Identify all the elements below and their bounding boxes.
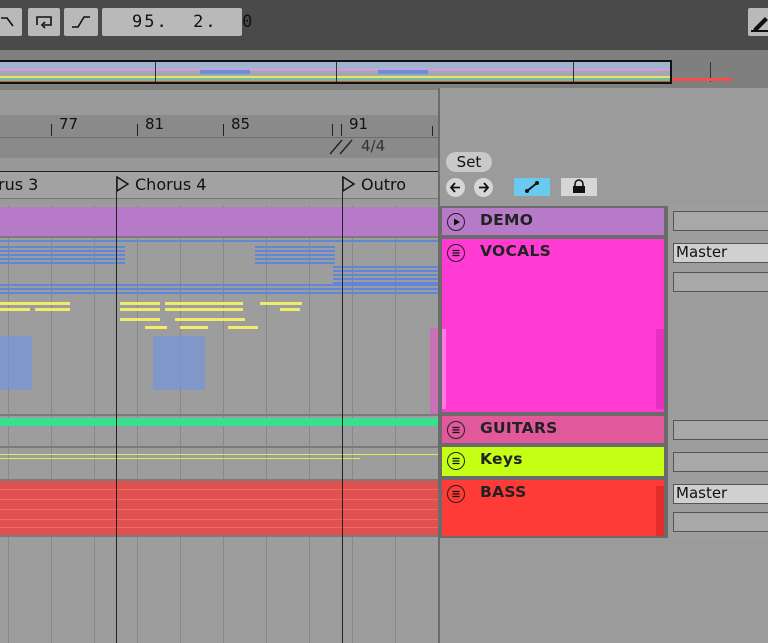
group-icon[interactable]	[447, 244, 465, 262]
automation-icon	[525, 181, 539, 193]
loop-brace-row[interactable]	[0, 158, 440, 171]
curve-icon	[1, 17, 14, 27]
locator-line	[342, 177, 343, 643]
bar-number: 81	[145, 115, 165, 133]
output-label: Master	[676, 484, 728, 502]
play-icon[interactable]	[447, 213, 465, 231]
demo-clip[interactable]	[0, 207, 440, 236]
track-name[interactable]: GUITARS	[480, 419, 558, 437]
track-header-guitars[interactable]: GUITARS	[440, 414, 666, 445]
next-locator-button[interactable]	[474, 178, 493, 197]
locator-line	[116, 177, 117, 643]
bass-io-box[interactable]	[673, 512, 768, 532]
output-label: Master	[676, 243, 728, 261]
punch-button[interactable]	[64, 8, 98, 36]
demo-io-box[interactable]	[673, 211, 768, 231]
locator-flag-icon[interactable]	[116, 176, 130, 192]
track-name[interactable]: VOCALS	[480, 242, 551, 260]
vocals-io-section	[666, 237, 768, 414]
bar-number: 91	[349, 115, 369, 133]
guitars-clip[interactable]	[0, 418, 440, 426]
group-icon[interactable]	[447, 485, 465, 503]
guitars-io-box[interactable]	[673, 420, 768, 440]
lock-envelopes-button[interactable]	[561, 178, 597, 196]
track-header-demo[interactable]: DEMO	[440, 206, 666, 237]
arrangement-overview[interactable]	[0, 60, 672, 84]
group-icon[interactable]	[447, 452, 465, 470]
bar-number: 77	[59, 115, 79, 133]
previous-locator-button[interactable]	[446, 178, 465, 197]
curve-button[interactable]	[0, 8, 22, 36]
overview-thumbnail	[0, 62, 670, 82]
keys-clip[interactable]	[0, 454, 440, 455]
keys-io-box[interactable]	[673, 452, 768, 472]
arrangement-position[interactable]: 95. 2. 0	[102, 8, 252, 36]
time-signature-label: 4/4	[361, 137, 386, 155]
vocals-io-box[interactable]	[673, 272, 768, 292]
automation-mode-button[interactable]	[514, 178, 550, 196]
track-header-bass[interactable]: BASS	[440, 478, 666, 538]
loop-button[interactable]	[28, 8, 60, 36]
arrow-right-icon	[479, 182, 490, 193]
set-locator-button[interactable]: Set	[446, 152, 492, 172]
punch-icon	[72, 16, 90, 28]
bar-number: 85	[231, 115, 251, 133]
time-signature-row[interactable]: 4/4	[0, 137, 440, 159]
track-name[interactable]: DEMO	[480, 211, 533, 229]
bass-clip[interactable]	[0, 481, 440, 535]
locator-label[interactable]: Chorus 4	[135, 175, 206, 194]
arrow-left-icon	[449, 182, 460, 193]
locator-flag-icon[interactable]	[342, 176, 356, 192]
draw-mode-button[interactable]	[748, 8, 768, 36]
loop-icon	[36, 16, 52, 29]
group-icon[interactable]	[447, 421, 465, 439]
arrangement-tracks[interactable]	[0, 205, 440, 643]
track-name[interactable]: Keys	[480, 450, 523, 468]
locator-label[interactable]: Outro	[361, 175, 406, 194]
track-name[interactable]: BASS	[480, 483, 527, 501]
locator-label[interactable]: rus 3	[0, 175, 38, 194]
track-header-keys[interactable]: Keys	[440, 445, 666, 478]
vocals-lane[interactable]	[0, 238, 440, 414]
lock-icon	[573, 179, 585, 193]
transport-toolbar: 95. 2. 0	[0, 0, 768, 50]
overview-tail	[672, 60, 768, 84]
track-header-vocals[interactable]: VOCALS	[440, 237, 666, 414]
pencil-icon	[751, 17, 768, 32]
